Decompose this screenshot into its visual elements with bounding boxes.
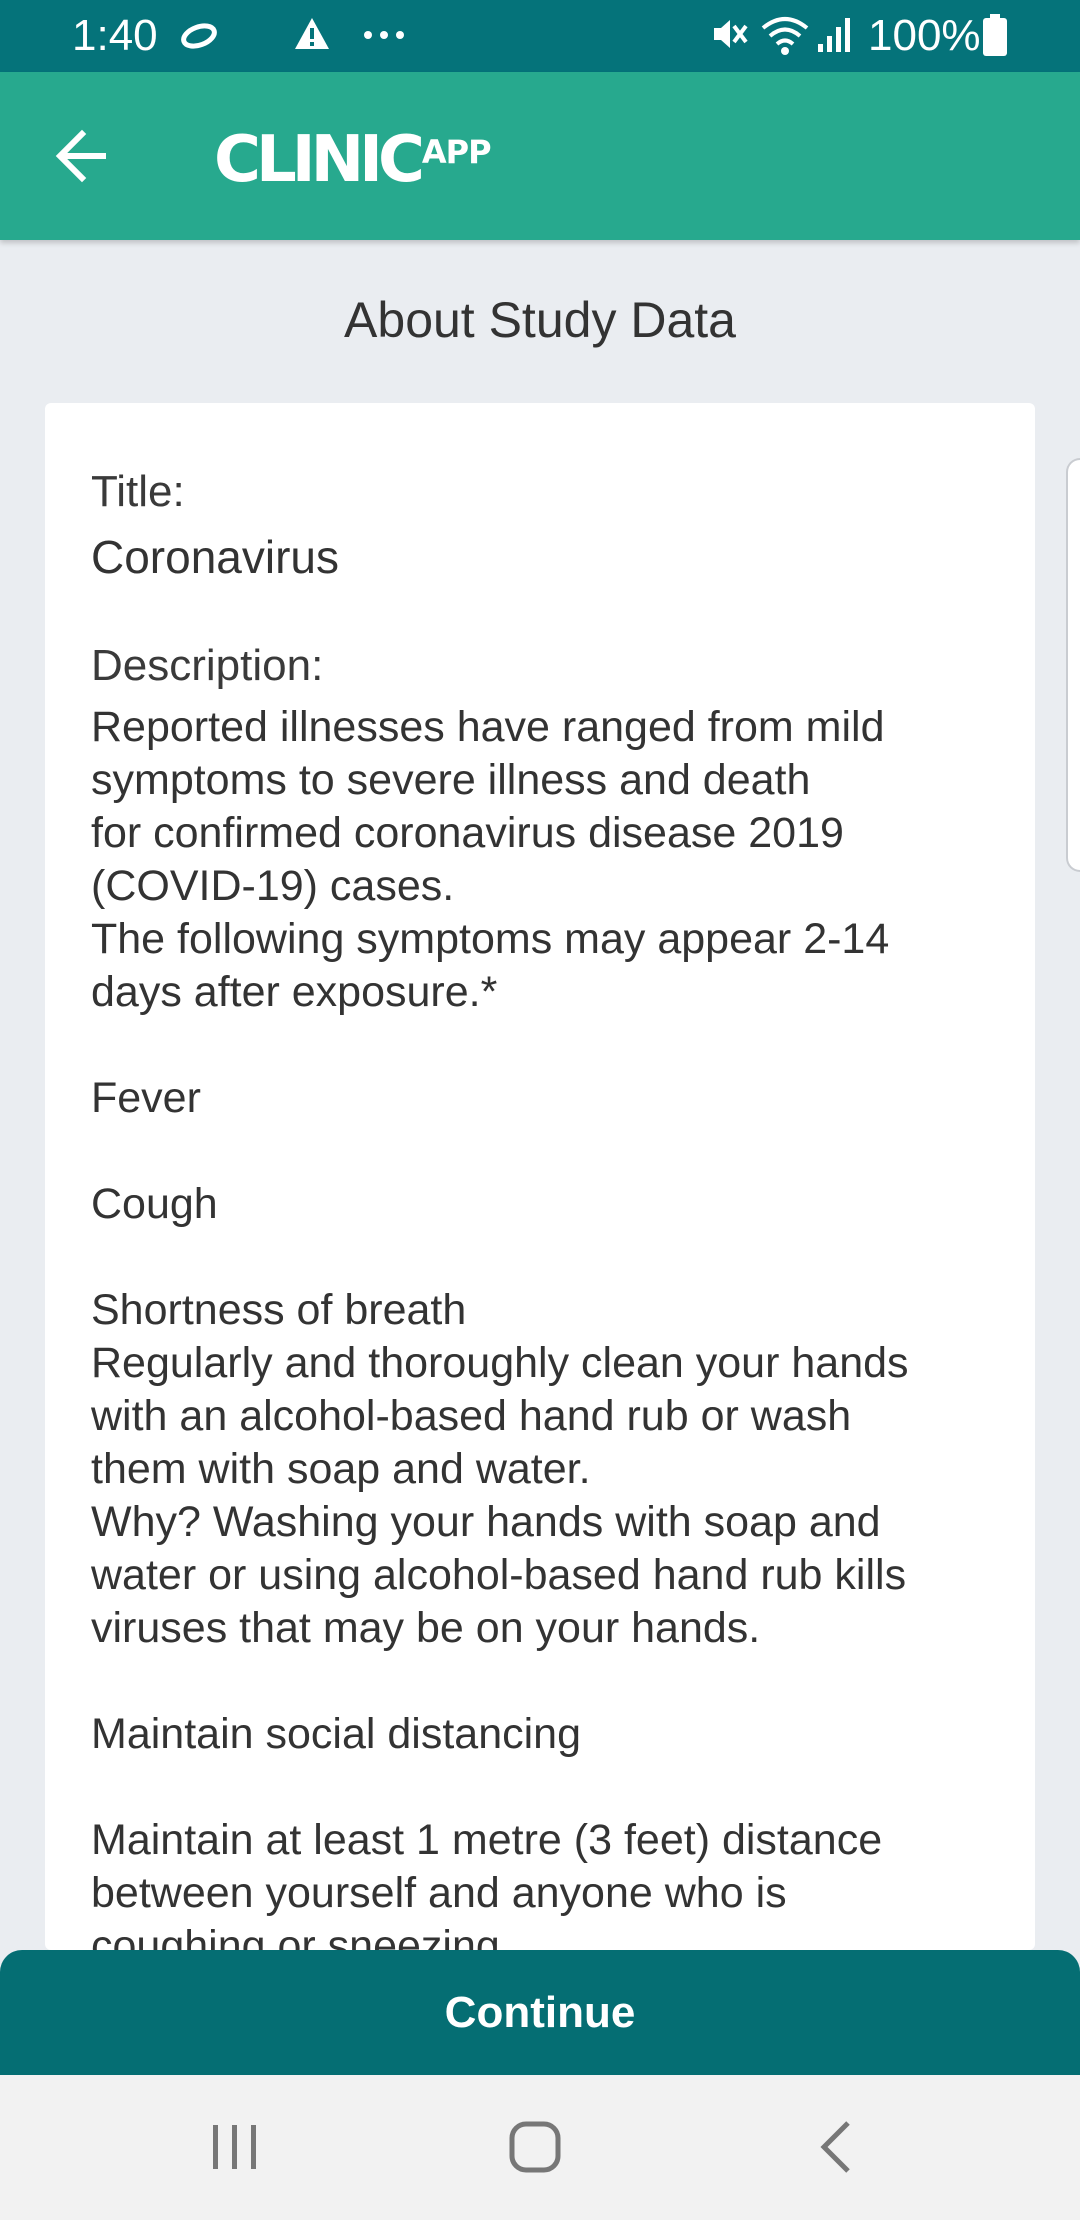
side-scroll-handle[interactable] [1066, 458, 1080, 872]
mute-icon [710, 14, 750, 59]
logo-app-text: APP [421, 133, 492, 171]
title-label: Title: [91, 467, 185, 516]
status-bar: 1:40 100% [0, 0, 1080, 72]
battery-icon [982, 14, 1008, 61]
back-button[interactable] [40, 118, 128, 194]
study-data-card: Title: Coronavirus Description: Reported… [45, 403, 1035, 1950]
continue-button[interactable]: Continue [0, 1950, 1080, 2075]
back-icon[interactable] [808, 2117, 868, 2182]
warning-icon [292, 14, 332, 59]
logo-main-text: CLINIC [214, 123, 425, 197]
status-time: 1:40 [72, 11, 158, 60]
signal-icon [816, 14, 856, 59]
arrow-left-icon [40, 129, 114, 190]
title-value: Coronavirus [91, 531, 339, 583]
battery-percentage: 100% [868, 11, 981, 60]
description-label: Description: [91, 641, 324, 690]
app-bar: CLINIC APP [0, 72, 1080, 240]
sync-icon [180, 14, 218, 59]
wifi-icon [760, 14, 810, 61]
system-nav-bar [0, 2075, 1080, 2220]
home-icon[interactable] [505, 2117, 565, 2182]
page-title: About Study Data [344, 292, 736, 348]
description-text: Reported illnesses have ranged from mild… [91, 703, 909, 1950]
more-notifications-icon [362, 28, 406, 46]
recent-apps-icon[interactable] [205, 2117, 265, 2182]
app-logo: CLINIC APP [214, 120, 492, 200]
